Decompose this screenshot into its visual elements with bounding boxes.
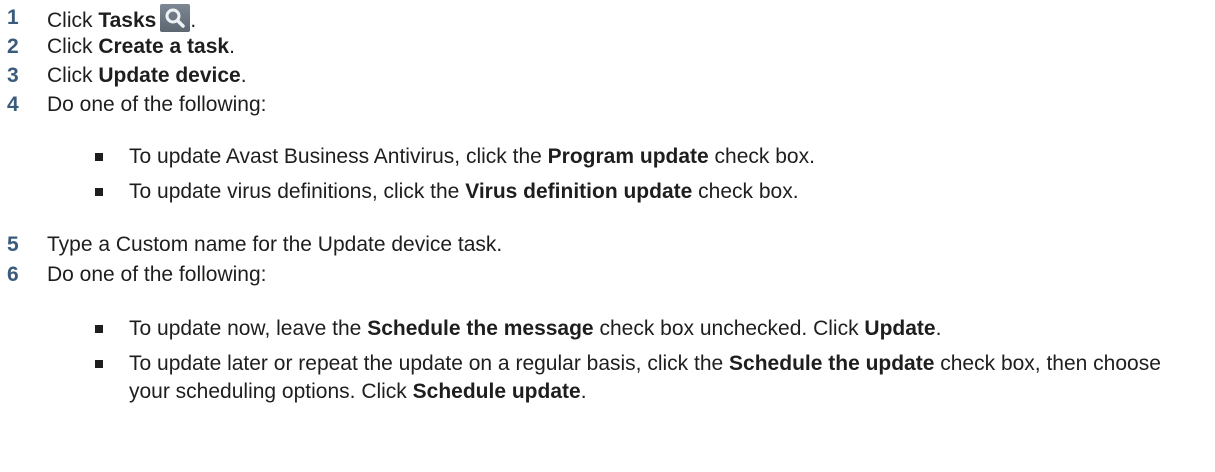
ui-term: Tasks [98, 9, 157, 32]
bullet-text: To update virus definitions, click the V… [129, 180, 799, 203]
step-number: 5 [7, 233, 19, 256]
step-text: Click Tasks. [47, 4, 196, 35]
step-number: 1 [7, 6, 19, 29]
bullet-text: To update later or repeat the update on … [129, 352, 1161, 403]
ui-term: Program update [547, 145, 709, 168]
step-text: Click Update device. [47, 64, 247, 87]
bullet-marker [95, 325, 103, 333]
bullet-text: To update Avast Business Antivirus, clic… [129, 145, 815, 168]
step-text: Do one of the following: [47, 93, 267, 116]
step-number: 3 [7, 64, 19, 87]
ui-term: Schedule the update [729, 352, 935, 375]
bullet-item: To update later or repeat the update on … [95, 350, 1195, 406]
step-text: Type a Custom name for the Update device… [47, 233, 503, 256]
ui-term: Create a task [98, 35, 230, 58]
bullet-item: To update now, leave the Schedule the me… [95, 315, 1195, 343]
step-number: 2 [7, 35, 19, 58]
bullet-text: To update now, leave the Schedule the me… [129, 317, 942, 340]
bullet-item: To update virus definitions, click the V… [95, 178, 1195, 206]
search-icon [160, 4, 191, 32]
step-text: Do one of the following: [47, 263, 267, 286]
ui-term: Schedule update [412, 380, 581, 403]
ui-term: Schedule the message [367, 317, 594, 340]
step-number: 6 [7, 263, 19, 286]
bullet-marker [95, 188, 103, 196]
bullet-item: To update Avast Business Antivirus, clic… [95, 143, 1195, 171]
step-number: 4 [7, 93, 19, 116]
ui-term: Update [864, 317, 936, 340]
bullet-marker [95, 360, 103, 368]
ui-term: Update device [98, 64, 241, 87]
ui-term: Virus definition update [465, 180, 693, 203]
step-text: Click Create a task. [47, 35, 235, 58]
bullet-marker [95, 153, 103, 161]
